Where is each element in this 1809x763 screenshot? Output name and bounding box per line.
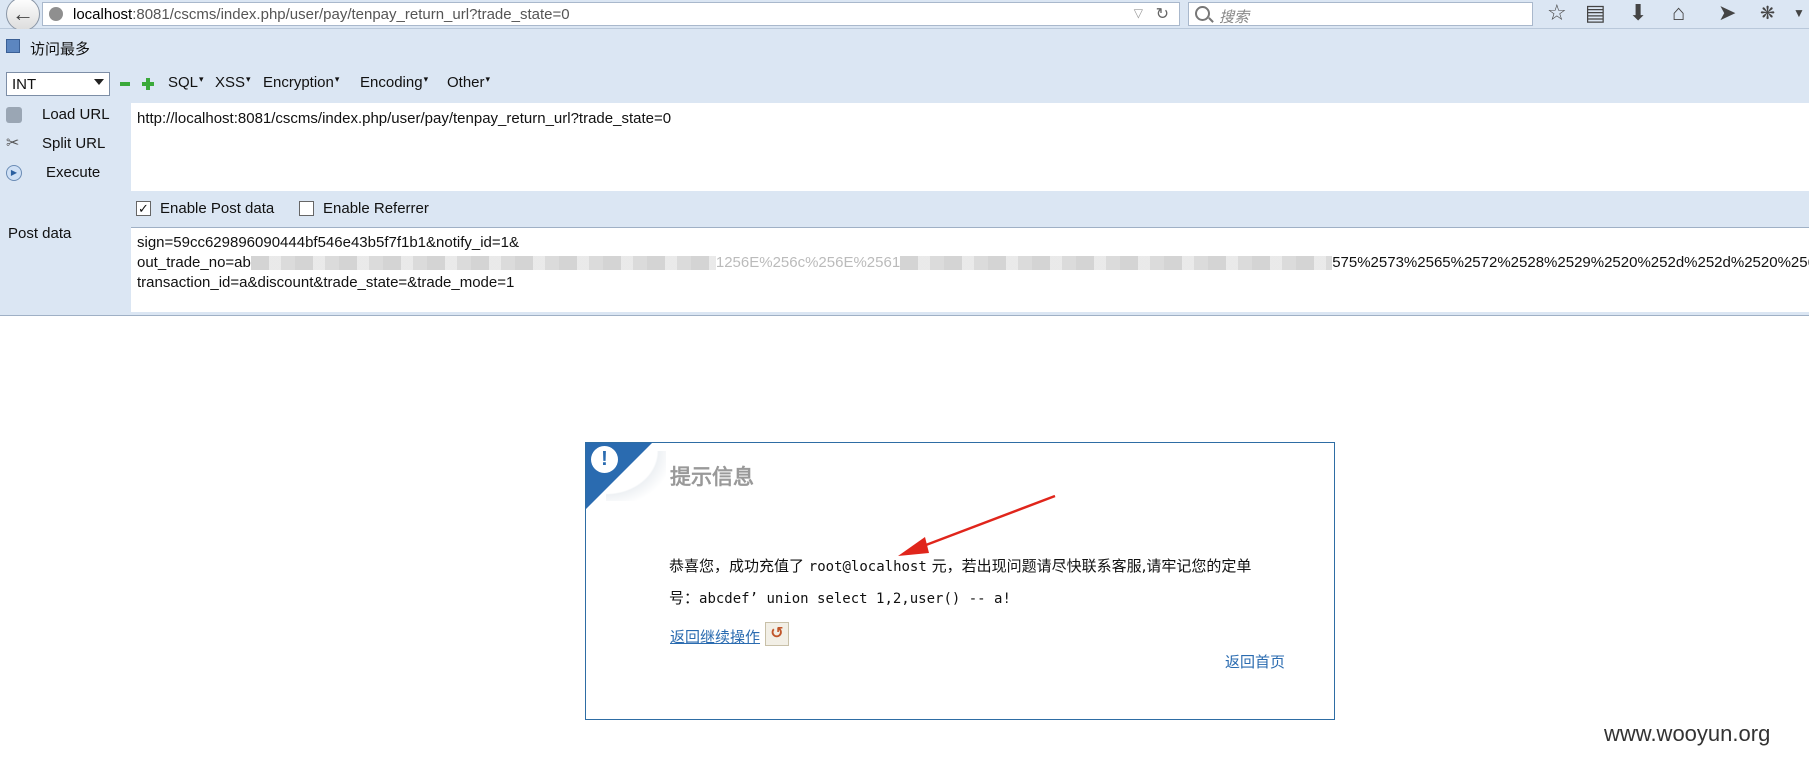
arrow-shaft — [917, 494, 1056, 550]
arrow-head — [898, 537, 929, 556]
watermark: www.wooyun.org — [1604, 721, 1771, 746]
annotation-arrow — [898, 494, 1056, 556]
